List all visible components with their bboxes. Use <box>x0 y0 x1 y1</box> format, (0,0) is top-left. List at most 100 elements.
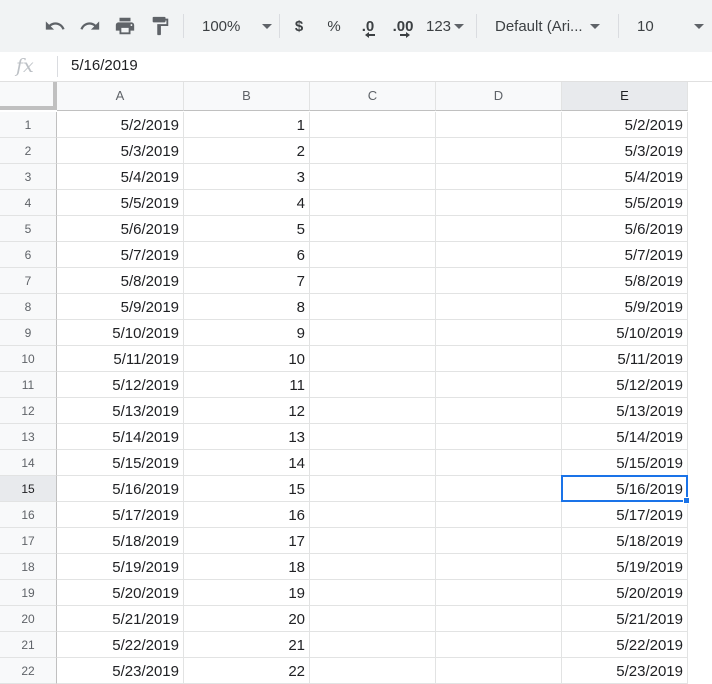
cell-d22[interactable] <box>436 658 562 684</box>
row-header[interactable]: 18 <box>0 554 57 580</box>
column-header-e[interactable]: E <box>562 82 688 111</box>
cell-c12[interactable] <box>310 398 436 424</box>
cell-a16[interactable]: 5/17/2019 <box>57 502 184 528</box>
cell-c8[interactable] <box>310 294 436 320</box>
cell-b10[interactable]: 10 <box>184 346 310 372</box>
cell-d11[interactable] <box>436 372 562 398</box>
row-header[interactable]: 15 <box>0 476 57 502</box>
cell-a17[interactable]: 5/18/2019 <box>57 528 184 554</box>
cell-c7[interactable] <box>310 268 436 294</box>
cell-d14[interactable] <box>436 450 562 476</box>
cell-e6[interactable]: 5/7/2019 <box>562 242 688 268</box>
cell-d13[interactable] <box>436 424 562 450</box>
cell-a3[interactable]: 5/4/2019 <box>57 164 184 190</box>
cell-e21[interactable]: 5/22/2019 <box>562 632 688 658</box>
row-header[interactable]: 17 <box>0 528 57 554</box>
cell-c1[interactable] <box>310 112 436 138</box>
cell-b12[interactable]: 12 <box>184 398 310 424</box>
font-family-select[interactable]: Default (Ari... <box>484 0 612 52</box>
cell-a11[interactable]: 5/12/2019 <box>57 372 184 398</box>
cell-d4[interactable] <box>436 190 562 216</box>
cell-b8[interactable]: 8 <box>184 294 310 320</box>
cell-c2[interactable] <box>310 138 436 164</box>
row-header[interactable]: 2 <box>0 138 57 164</box>
cell-c9[interactable] <box>310 320 436 346</box>
formula-input[interactable]: 5/16/2019 <box>71 52 138 81</box>
row-header[interactable]: 11 <box>0 372 57 398</box>
increase-decimals-button[interactable]: .00 <box>388 0 418 52</box>
cell-e9[interactable]: 5/10/2019 <box>562 320 688 346</box>
cell-e10[interactable]: 5/11/2019 <box>562 346 688 372</box>
cell-a19[interactable]: 5/20/2019 <box>57 580 184 606</box>
cell-b6[interactable]: 6 <box>184 242 310 268</box>
column-header-b[interactable]: B <box>184 82 310 111</box>
cell-b21[interactable]: 21 <box>184 632 310 658</box>
cell-e20[interactable]: 5/21/2019 <box>562 606 688 632</box>
row-header[interactable]: 1 <box>0 112 57 138</box>
cell-c10[interactable] <box>310 346 436 372</box>
cell-c13[interactable] <box>310 424 436 450</box>
cell-c16[interactable] <box>310 502 436 528</box>
cell-c14[interactable] <box>310 450 436 476</box>
cell-b19[interactable]: 19 <box>184 580 310 606</box>
cell-b7[interactable]: 7 <box>184 268 310 294</box>
column-header-c[interactable]: C <box>310 82 436 111</box>
row-header[interactable]: 12 <box>0 398 57 424</box>
cell-c17[interactable] <box>310 528 436 554</box>
cell-d7[interactable] <box>436 268 562 294</box>
cell-a2[interactable]: 5/3/2019 <box>57 138 184 164</box>
cell-b22[interactable]: 22 <box>184 658 310 684</box>
cell-e8[interactable]: 5/9/2019 <box>562 294 688 320</box>
cell-c4[interactable] <box>310 190 436 216</box>
row-header[interactable]: 5 <box>0 216 57 242</box>
cell-e14[interactable]: 5/15/2019 <box>562 450 688 476</box>
cell-e22[interactable]: 5/23/2019 <box>562 658 688 684</box>
decrease-decimals-button[interactable]: .0 <box>355 0 381 52</box>
cell-d3[interactable] <box>436 164 562 190</box>
cell-b5[interactable]: 5 <box>184 216 310 242</box>
column-header-d[interactable]: D <box>436 82 562 111</box>
currency-format-button[interactable]: $ <box>287 0 311 52</box>
row-header[interactable]: 8 <box>0 294 57 320</box>
cell-d1[interactable] <box>436 112 562 138</box>
cell-b20[interactable]: 20 <box>184 606 310 632</box>
cell-a7[interactable]: 5/8/2019 <box>57 268 184 294</box>
row-header[interactable]: 22 <box>0 658 57 684</box>
cell-e18[interactable]: 5/19/2019 <box>562 554 688 580</box>
cell-c5[interactable] <box>310 216 436 242</box>
row-header[interactable]: 13 <box>0 424 57 450</box>
cell-c18[interactable] <box>310 554 436 580</box>
cell-b18[interactable]: 18 <box>184 554 310 580</box>
cell-c20[interactable] <box>310 606 436 632</box>
cell-a18[interactable]: 5/19/2019 <box>57 554 184 580</box>
cell-b16[interactable]: 16 <box>184 502 310 528</box>
row-header[interactable]: 3 <box>0 164 57 190</box>
row-header[interactable]: 10 <box>0 346 57 372</box>
redo-button[interactable] <box>75 0 105 52</box>
percent-format-button[interactable]: % <box>322 0 346 52</box>
cell-a14[interactable]: 5/15/2019 <box>57 450 184 476</box>
row-header[interactable]: 19 <box>0 580 57 606</box>
column-header-a[interactable]: A <box>57 82 184 111</box>
cell-b2[interactable]: 2 <box>184 138 310 164</box>
cell-b11[interactable]: 11 <box>184 372 310 398</box>
cell-a8[interactable]: 5/9/2019 <box>57 294 184 320</box>
row-header[interactable]: 16 <box>0 502 57 528</box>
cell-a9[interactable]: 5/10/2019 <box>57 320 184 346</box>
cell-b1[interactable]: 1 <box>184 112 310 138</box>
cell-d12[interactable] <box>436 398 562 424</box>
cell-d5[interactable] <box>436 216 562 242</box>
row-header[interactable]: 7 <box>0 268 57 294</box>
print-button[interactable] <box>110 0 140 52</box>
row-header[interactable]: 4 <box>0 190 57 216</box>
cell-e19[interactable]: 5/20/2019 <box>562 580 688 606</box>
select-all-corner[interactable] <box>0 82 57 110</box>
cell-d9[interactable] <box>436 320 562 346</box>
cell-e17[interactable]: 5/18/2019 <box>562 528 688 554</box>
cell-e11[interactable]: 5/12/2019 <box>562 372 688 398</box>
cell-d8[interactable] <box>436 294 562 320</box>
cell-c3[interactable] <box>310 164 436 190</box>
cell-e5[interactable]: 5/6/2019 <box>562 216 688 242</box>
cell-d21[interactable] <box>436 632 562 658</box>
cell-b9[interactable]: 9 <box>184 320 310 346</box>
